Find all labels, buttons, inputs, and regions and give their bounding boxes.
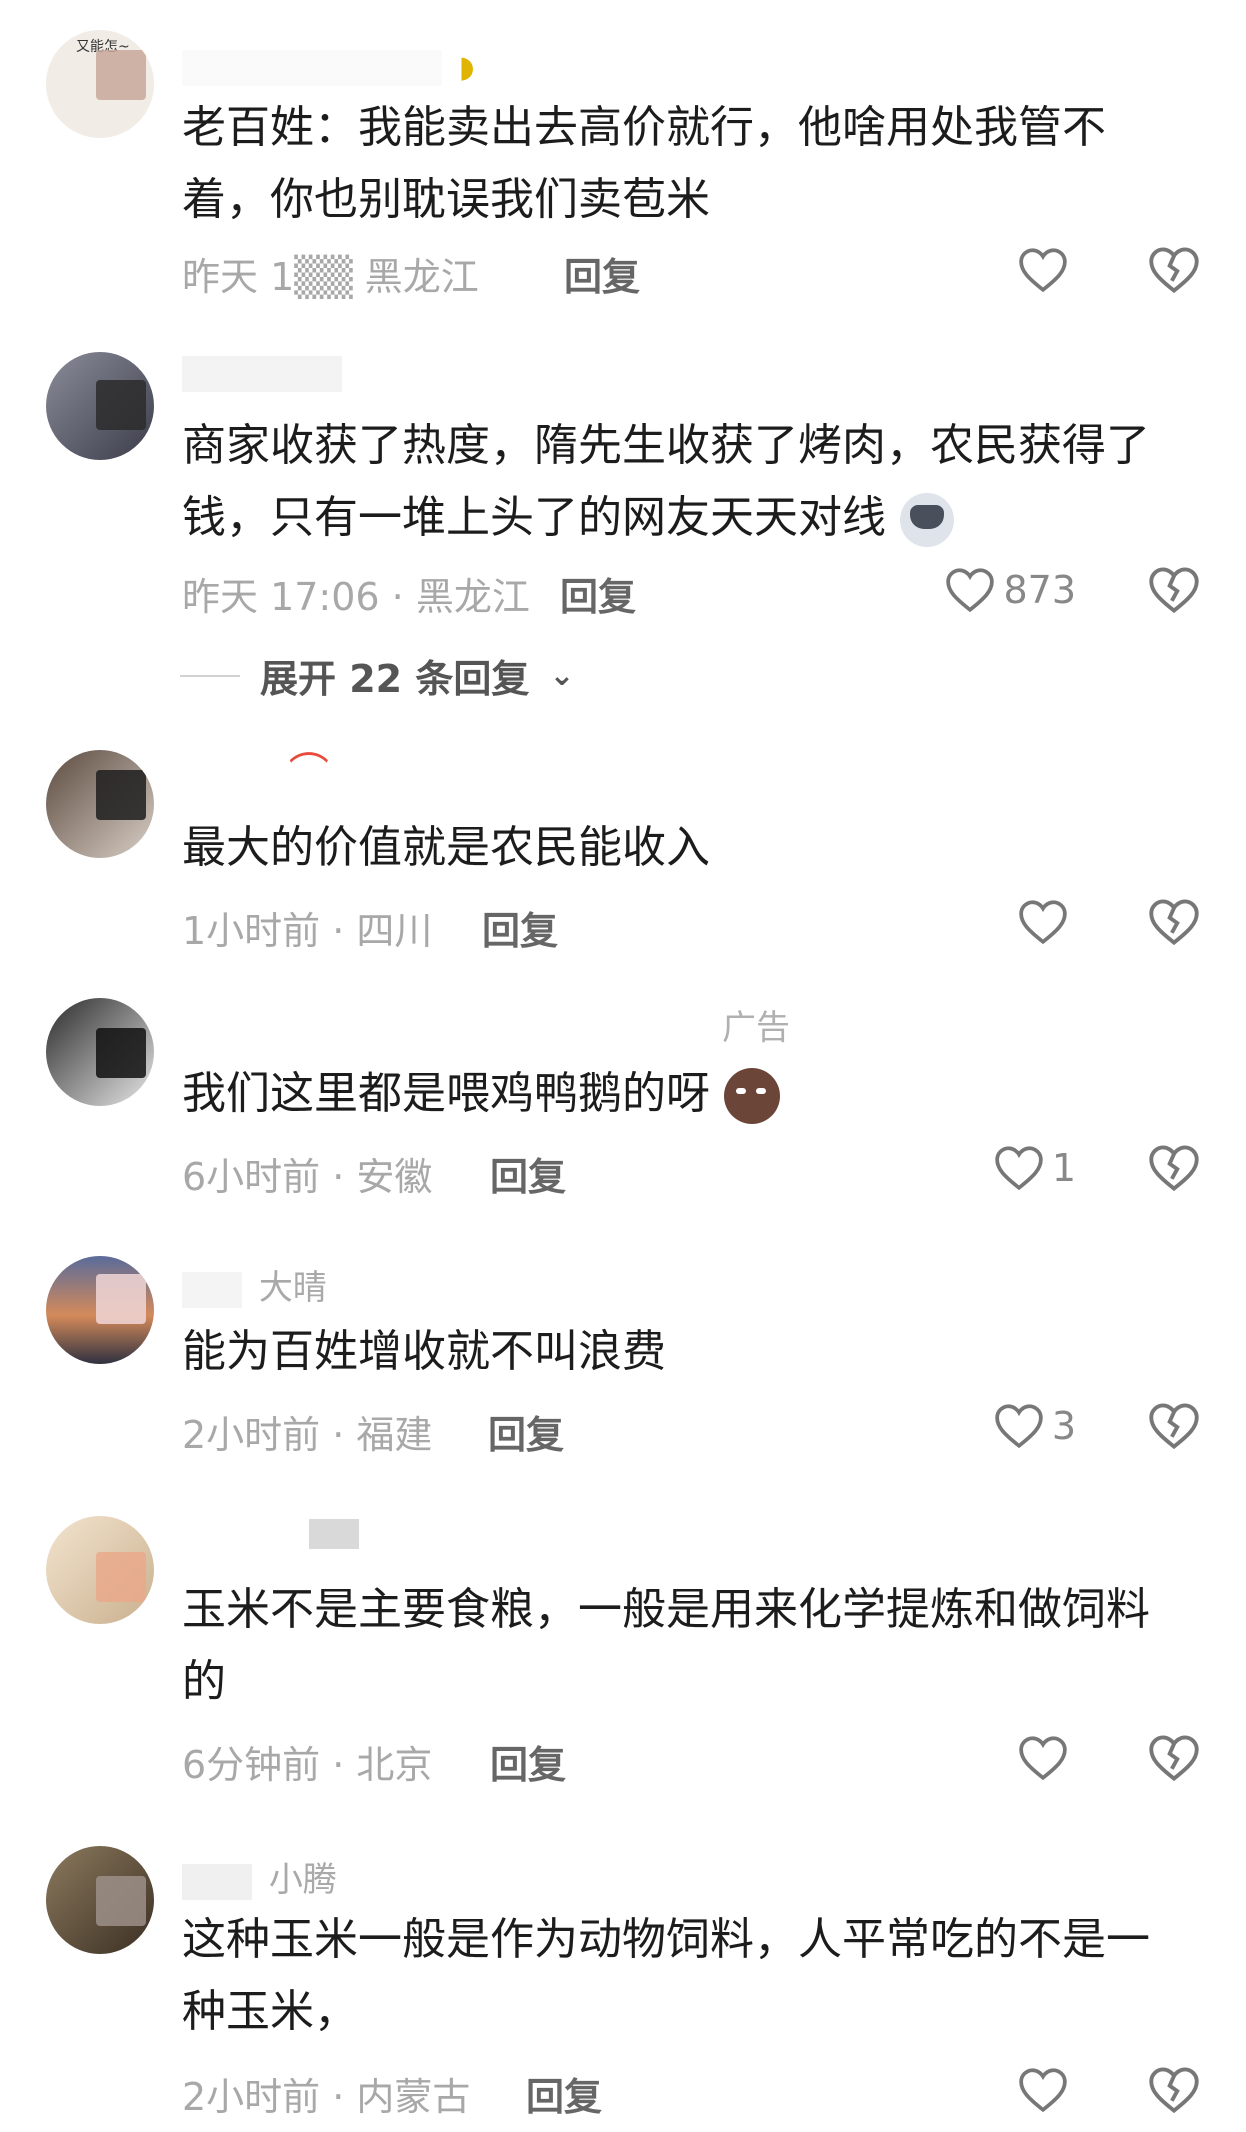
username[interactable]: [182, 1512, 359, 1552]
broken-heart-icon[interactable]: [1148, 1400, 1200, 1452]
broken-heart-icon[interactable]: [1148, 244, 1200, 296]
husky-emoji-icon: [900, 493, 954, 547]
comment-text-content: 商家收获了热度，隋先生收获了烤肉，农民获得了钱，只有一堆上头了的网友天天对线: [182, 420, 1150, 543]
username[interactable]: [182, 352, 348, 392]
reply-button[interactable]: 回复: [490, 1734, 566, 1789]
reply-button[interactable]: 回复: [526, 2066, 602, 2121]
comment-text: 商家收获了热度，隋先生收获了烤肉，农民获得了钱，只有一堆上头了的网友天天对线: [182, 410, 1192, 554]
username-mask: [182, 1515, 292, 1552]
reply-button[interactable]: 回复: [490, 1146, 566, 1201]
like-button[interactable]: 1: [994, 1142, 1076, 1194]
like-button[interactable]: [1018, 896, 1076, 948]
username-mask: [182, 758, 272, 795]
heart-icon: [1019, 2068, 1067, 2113]
comment-text: 最大的价值就是农民能收入: [182, 822, 710, 873]
heart-icon: [1019, 1736, 1067, 1781]
heart-icon: [1019, 900, 1067, 945]
chevron-down-icon: ⌄: [549, 658, 575, 693]
avatar[interactable]: [46, 998, 154, 1106]
reply-button[interactable]: 回复: [564, 246, 640, 301]
username-mask: [182, 1863, 252, 1900]
expand-replies-button[interactable]: 展开 22 条回复 ⌄: [180, 648, 574, 703]
reply-button[interactable]: 回复: [482, 900, 558, 955]
like-button[interactable]: 3: [994, 1400, 1076, 1452]
banana-icon: ◗: [458, 50, 475, 85]
comment-text-content: 我们这里都是喂鸡鸭鹅的呀: [182, 1068, 710, 1119]
rainbow-emoji-icon: ⌒: [288, 750, 329, 796]
like-button[interactable]: 873: [945, 564, 1076, 616]
like-button[interactable]: [1018, 244, 1076, 296]
comment-text: 老百姓：我能卖出去高价就行，他啥用处我管不着，你也别耽误我们卖苞米: [182, 102, 1106, 225]
avatar[interactable]: [46, 1846, 154, 1954]
comment-meta: 2小时前 · 福建: [182, 1413, 433, 1457]
username-mask-dark: [308, 1518, 359, 1549]
comment-text: 我们这里都是喂鸡鸭鹅的呀: [182, 1058, 1192, 1130]
username-text: 小腾: [268, 1860, 337, 1900]
comment-meta: 6小时前 · 安徽: [182, 1155, 433, 1199]
heart-icon: [1019, 248, 1067, 293]
comment-text: 能为百姓增收就不叫浪费: [182, 1326, 666, 1377]
expand-replies-label: 展开 22 条回复: [260, 657, 530, 701]
reply-button[interactable]: 回复: [488, 1404, 564, 1459]
like-button[interactable]: [1018, 2064, 1076, 2116]
heart-icon: [946, 568, 995, 613]
comment-meta: 6分钟前 · 北京: [182, 1743, 433, 1787]
broken-heart-icon[interactable]: [1148, 1142, 1200, 1194]
comment-text: 玉米不是主要食粮，一般是用来化学提炼和做饲料的: [182, 1584, 1150, 1707]
username-mask: [182, 1271, 242, 1308]
broken-heart-icon[interactable]: [1148, 2064, 1200, 2116]
username-mask: [182, 355, 342, 392]
comment-meta: 昨天 17:06 · 黑龙江: [182, 575, 530, 619]
like-button[interactable]: [1018, 1732, 1076, 1784]
like-count: 873: [1003, 568, 1076, 612]
heart-icon: [995, 1404, 1043, 1449]
like-count: 3: [1051, 1404, 1076, 1448]
avatar[interactable]: [46, 1256, 154, 1364]
broken-heart-icon[interactable]: [1148, 896, 1200, 948]
ad-label: 广告: [722, 1008, 790, 1048]
smirk-emoji-icon: [724, 1068, 780, 1124]
username-mask: [182, 49, 442, 86]
comment-meta: 昨天 1▒▒ 黑龙江: [182, 255, 479, 299]
comment-meta: 1小时前 · 四川: [182, 909, 433, 953]
heart-icon: [995, 1146, 1043, 1191]
divider-line: [180, 674, 240, 677]
avatar[interactable]: [46, 750, 154, 858]
avatar[interactable]: 又能怎~: [46, 30, 154, 138]
comment-text: 这种玉米一般是作为动物饲料，人平常吃的不是一种玉米，: [182, 1914, 1150, 2037]
username[interactable]: 大晴: [182, 1260, 327, 1309]
broken-heart-icon[interactable]: [1148, 564, 1200, 616]
reply-button[interactable]: 回复: [560, 566, 636, 621]
broken-heart-icon[interactable]: [1148, 1732, 1200, 1784]
username[interactable]: ⌒: [182, 740, 329, 798]
like-count: 1: [1051, 1146, 1076, 1190]
username[interactable]: 小腾: [182, 1852, 337, 1901]
comment-meta: 2小时前 · 内蒙古: [182, 2075, 471, 2119]
username-text: 大晴: [258, 1268, 327, 1308]
username[interactable]: ◗: [182, 46, 475, 86]
avatar[interactable]: [46, 352, 154, 460]
avatar[interactable]: [46, 1516, 154, 1624]
